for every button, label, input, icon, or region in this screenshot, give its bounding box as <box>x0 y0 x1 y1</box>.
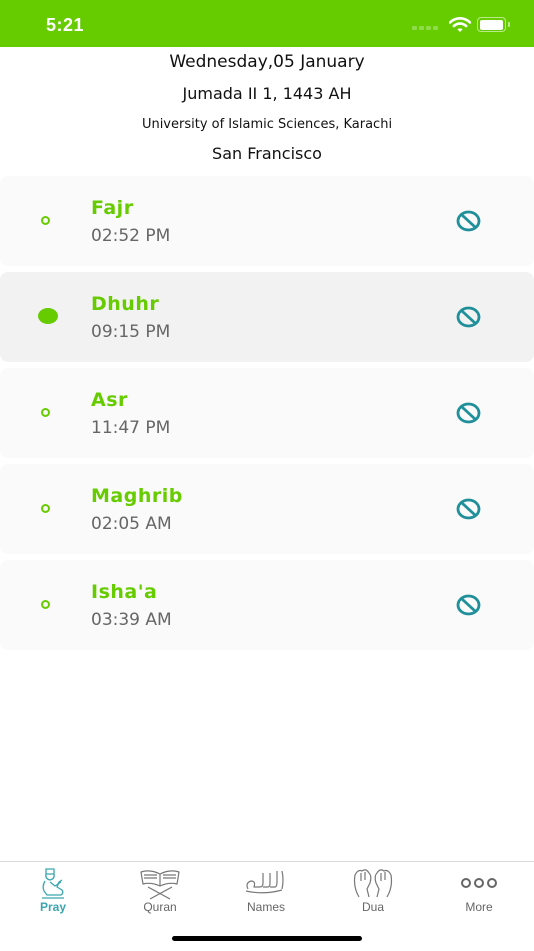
notification-off-icon[interactable] <box>456 594 481 616</box>
praying-man-icon <box>42 868 64 899</box>
prayer-time: 02:05 AM <box>91 514 172 534</box>
tab-quran[interactable]: Quran <box>107 862 213 917</box>
tab-label: Quran <box>143 900 177 914</box>
home-indicator <box>172 936 362 941</box>
notification-off-icon[interactable] <box>456 210 481 232</box>
prayer-name: Asr <box>91 389 128 411</box>
prayer-row-asr[interactable]: Asr 11:47 PM <box>0 368 534 458</box>
tab-pray[interactable]: Pray <box>0 862 106 917</box>
current-prayer-dot-icon <box>38 308 58 324</box>
hijri-date: Jumada II 1, 1443 AH <box>182 84 352 103</box>
tab-label: Pray <box>39 900 67 914</box>
tab-dua[interactable]: Dua <box>320 862 426 917</box>
calculation-method[interactable]: University of Islamic Sciences, Karachi <box>0 117 534 132</box>
status-dot-icon <box>41 504 50 513</box>
prayer-row-ishaa[interactable]: Isha'a 03:39 AM <box>0 560 534 650</box>
notification-off-icon[interactable] <box>456 402 481 424</box>
prayer-time: 02:52 PM <box>91 226 171 246</box>
prayer-time: 09:15 PM <box>91 322 171 342</box>
battery-icon <box>477 17 510 32</box>
prayer-name: Isha'a <box>91 581 158 603</box>
more-dots-icon <box>461 878 497 888</box>
status-dot-icon <box>41 600 50 609</box>
tab-label: Dua <box>361 900 384 914</box>
allah-calligraphy-icon <box>245 870 284 894</box>
cellular-signal-icon <box>412 26 438 30</box>
quran-stand-icon <box>140 870 180 900</box>
prayer-name: Dhuhr <box>91 293 160 315</box>
prayer-time: 03:39 AM <box>91 610 172 630</box>
city-name[interactable]: San Francisco <box>0 144 534 163</box>
tab-names[interactable]: Names <box>213 862 319 917</box>
status-bar: 5:21 <box>0 0 534 47</box>
status-dot-icon <box>41 408 50 417</box>
status-time: 5:21 <box>46 15 85 35</box>
tab-more[interactable]: More <box>426 862 532 917</box>
prayer-time: 11:47 PM <box>91 418 171 438</box>
tab-label: Names <box>246 900 285 914</box>
wifi-icon <box>449 17 471 32</box>
prayer-row-fajr[interactable]: Fajr 02:52 PM <box>0 176 534 266</box>
prayer-row-maghrib[interactable]: Maghrib 02:05 AM <box>0 464 534 554</box>
prayer-row-dhuhr[interactable]: Dhuhr 09:15 PM <box>0 272 534 362</box>
gregorian-date: Wednesday,05 January <box>169 52 365 72</box>
prayer-name: Fajr <box>91 197 134 219</box>
status-dot-icon <box>41 216 50 225</box>
notification-off-icon[interactable] <box>456 306 481 328</box>
notification-off-icon[interactable] <box>456 498 481 520</box>
tab-label: More <box>465 900 493 914</box>
dua-hands-icon <box>353 869 393 898</box>
prayer-name: Maghrib <box>91 485 183 507</box>
